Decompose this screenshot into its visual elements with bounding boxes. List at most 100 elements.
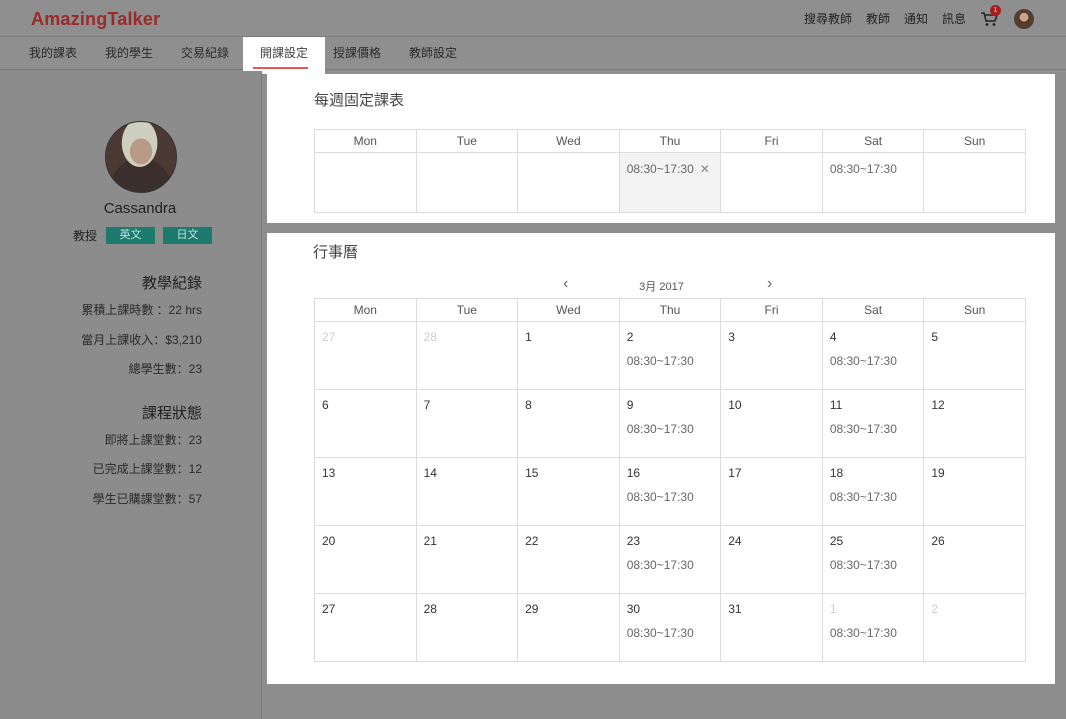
day-number: 26 (931, 534, 945, 548)
nav-messages[interactable]: 訊息 (942, 10, 966, 27)
calendar-day-cell[interactable]: 31 (720, 593, 823, 662)
calendar-day-cell[interactable]: 13 (314, 457, 417, 526)
calendar-day-cell[interactable]: 2 (923, 593, 1026, 662)
close-icon[interactable]: ✕ (700, 162, 710, 176)
calendar-day-cell[interactable]: 29 (517, 593, 620, 662)
sub-nav: 我的課表 我的學生 交易紀錄 開課設定 授課價格 教師設定 (0, 37, 1066, 74)
calendar-day-cell[interactable]: 12 (923, 389, 1026, 458)
stat-upcoming-classes: 即將上課堂數：23 (104, 433, 202, 447)
nav-notifications[interactable]: 通知 (904, 10, 928, 27)
tab-my-students[interactable]: 我的學生 (93, 37, 165, 70)
weekly-slot-cell[interactable]: 08:30~17:30 (821, 152, 925, 213)
calendar-day-cell[interactable]: 16 08:30~17:30 (618, 457, 722, 526)
calendar-day-cell[interactable]: 19 (923, 457, 1026, 526)
day-header-wed: Wed (517, 129, 620, 153)
teach-label: 教授 (73, 229, 98, 243)
calendar-day-cell[interactable]: 14 (415, 457, 519, 526)
stat-total-students: 總學生數：23 (128, 362, 202, 376)
logo[interactable]: AmazingTalker (31, 9, 160, 30)
stat-monthly-income: 當月上課收入：$3,210 (81, 333, 202, 347)
calendar-week-row: 13 14 15 16 08:30~17:30 17 18 08:30~17:30 19 (314, 457, 1026, 526)
calendar-day-cell[interactable]: 1 08:30~17:30 (821, 593, 925, 662)
day-header-mon: Mon (314, 298, 417, 322)
calendar-day-cell[interactable]: 8 (517, 389, 620, 458)
time-slot: 08:30~17:30 (829, 558, 897, 572)
calendar-day-cell[interactable]: 6 (314, 389, 417, 458)
calendar-day-cell[interactable]: 2 08:30~17:30 (618, 321, 722, 390)
day-number: 1 (829, 602, 837, 616)
day-number: 1 (525, 330, 532, 344)
weekly-slot-cell[interactable] (923, 152, 1026, 213)
calendar-day-cell[interactable]: 27 (314, 321, 417, 390)
calendar-day-cell[interactable]: 26 (923, 525, 1026, 594)
calendar-day-cell[interactable]: 5 (923, 321, 1026, 390)
day-number: 21 (423, 534, 437, 548)
course-status-title: 課程狀態 (141, 405, 202, 422)
time-slot: 08:30~17:30 ✕ (626, 162, 710, 176)
calendar-day-cell[interactable]: 11 08:30~17:30 (821, 389, 925, 458)
calendar-day-cell[interactable]: 22 (517, 525, 620, 594)
calendar-day-cell[interactable]: 23 08:30~17:30 (618, 525, 722, 594)
calendar-day-cell[interactable]: 30 08:30~17:30 (618, 593, 722, 662)
tab-my-schedule[interactable]: 我的課表 (17, 37, 89, 70)
prev-month-icon[interactable]: ‹ (563, 275, 568, 293)
weekly-slot-cell[interactable] (415, 152, 519, 213)
day-number: 13 (322, 466, 336, 480)
calendar-day-cell[interactable]: 18 08:30~17:30 (821, 457, 925, 526)
weekly-slot-cell[interactable]: 08:30~17:30 ✕ (618, 152, 722, 213)
calendar-day-cell[interactable]: 28 (415, 321, 519, 390)
day-number: 2 (626, 330, 634, 344)
tab-pricing[interactable]: 授課價格 (321, 37, 393, 70)
nav-teachers[interactable]: 教師 (866, 10, 890, 27)
day-number: 11 (829, 398, 843, 412)
calendar-day-cell[interactable]: 4 08:30~17:30 (821, 321, 925, 390)
weekly-slot-cell[interactable] (314, 152, 417, 213)
tab-teacher-settings[interactable]: 教師設定 (397, 37, 469, 70)
time-slot: 08:30~17:30 (829, 162, 897, 176)
user-avatar[interactable] (1014, 8, 1034, 29)
tab-course-settings[interactable]: 開課設定 (243, 37, 325, 74)
calendar-day-cell[interactable]: 10 (720, 389, 823, 458)
weekly-schedule-card: 每週固定課表 Mon Tue Wed Thu Fri Sat Sun 08:30~17:30… (267, 74, 1055, 223)
time-slot: 08:30~17:30 (626, 354, 694, 368)
calendar-week-row: 6 7 8 9 08:30~17:30 10 11 08:30~17:30 12 (314, 389, 1026, 458)
calendar-day-cell[interactable]: 17 (720, 457, 823, 526)
day-header-sat: Sat (821, 129, 925, 153)
calendar-title: 行事曆 (313, 244, 359, 261)
calendar-day-cell[interactable]: 24 (720, 525, 823, 594)
day-number: 17 (728, 466, 742, 480)
day-header-tue: Tue (415, 298, 519, 322)
language-badge: 英文 (106, 227, 156, 244)
calendar-day-cell[interactable]: 21 (415, 525, 519, 594)
time-slot: 08:30~17:30 (829, 422, 897, 436)
day-number: 8 (525, 398, 532, 412)
day-number: 16 (626, 466, 641, 480)
day-number: 7 (423, 398, 431, 412)
calendar-day-cell[interactable]: 7 (415, 389, 519, 458)
calendar-day-cell[interactable]: 27 (314, 593, 417, 662)
calendar-day-cell[interactable]: 15 (517, 457, 620, 526)
weekly-slot-cell[interactable] (720, 152, 823, 213)
day-header-sun: Sun (923, 298, 1026, 322)
next-month-icon[interactable]: › (767, 275, 772, 293)
time-slot: 08:30~17:30 (829, 354, 897, 368)
tab-transactions[interactable]: 交易紀錄 (169, 37, 241, 70)
calendar-day-cell[interactable]: 28 (415, 593, 519, 662)
day-number: 15 (525, 466, 539, 480)
calendar-day-cell[interactable]: 1 (517, 321, 620, 390)
month-calendar-table: Mon Tue Wed Thu Fri Sat Sun 27 28 1 2 08:30~17:30 3… (314, 298, 1026, 662)
day-number: 10 (728, 398, 742, 412)
day-header-wed: Wed (517, 298, 620, 322)
calendar-day-cell[interactable]: 25 08:30~17:30 (821, 525, 925, 594)
cart-icon[interactable]: 1 (980, 4, 1001, 27)
calendar-day-cell[interactable]: 9 08:30~17:30 (618, 389, 722, 458)
nav-search-teachers[interactable]: 搜尋教師 (804, 10, 852, 27)
day-header-fri: Fri (720, 298, 823, 322)
calendar-day-cell[interactable]: 3 (720, 321, 823, 390)
weekly-slot-cell[interactable] (517, 152, 620, 213)
teaching-record-title: 教學紀錄 (141, 275, 202, 292)
calendar-day-cell[interactable]: 20 (314, 525, 417, 594)
day-number: 27 (322, 330, 336, 344)
weekly-schedule-table: Mon Tue Wed Thu Fri Sat Sun 08:30~17:30 ✕ 08:30~… (314, 129, 1026, 213)
day-number: 30 (626, 602, 641, 616)
